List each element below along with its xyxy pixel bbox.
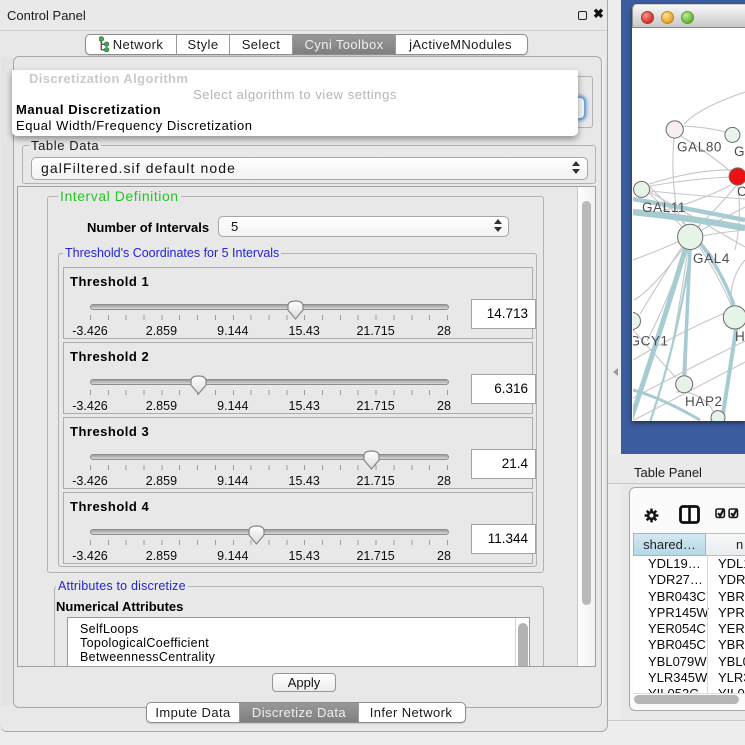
svg-text:GAL11: GAL11 [642,200,686,215]
svg-text:H: H [735,329,745,344]
svg-text:GCY1: GCY1 [633,334,669,349]
svg-text:HAP2: HAP2 [685,394,723,409]
svg-text:GAL4: GAL4 [693,251,730,266]
svg-text:GAL80: GAL80 [677,140,722,155]
svg-text:C: C [737,184,745,199]
svg-text:GA: GA [734,144,745,159]
